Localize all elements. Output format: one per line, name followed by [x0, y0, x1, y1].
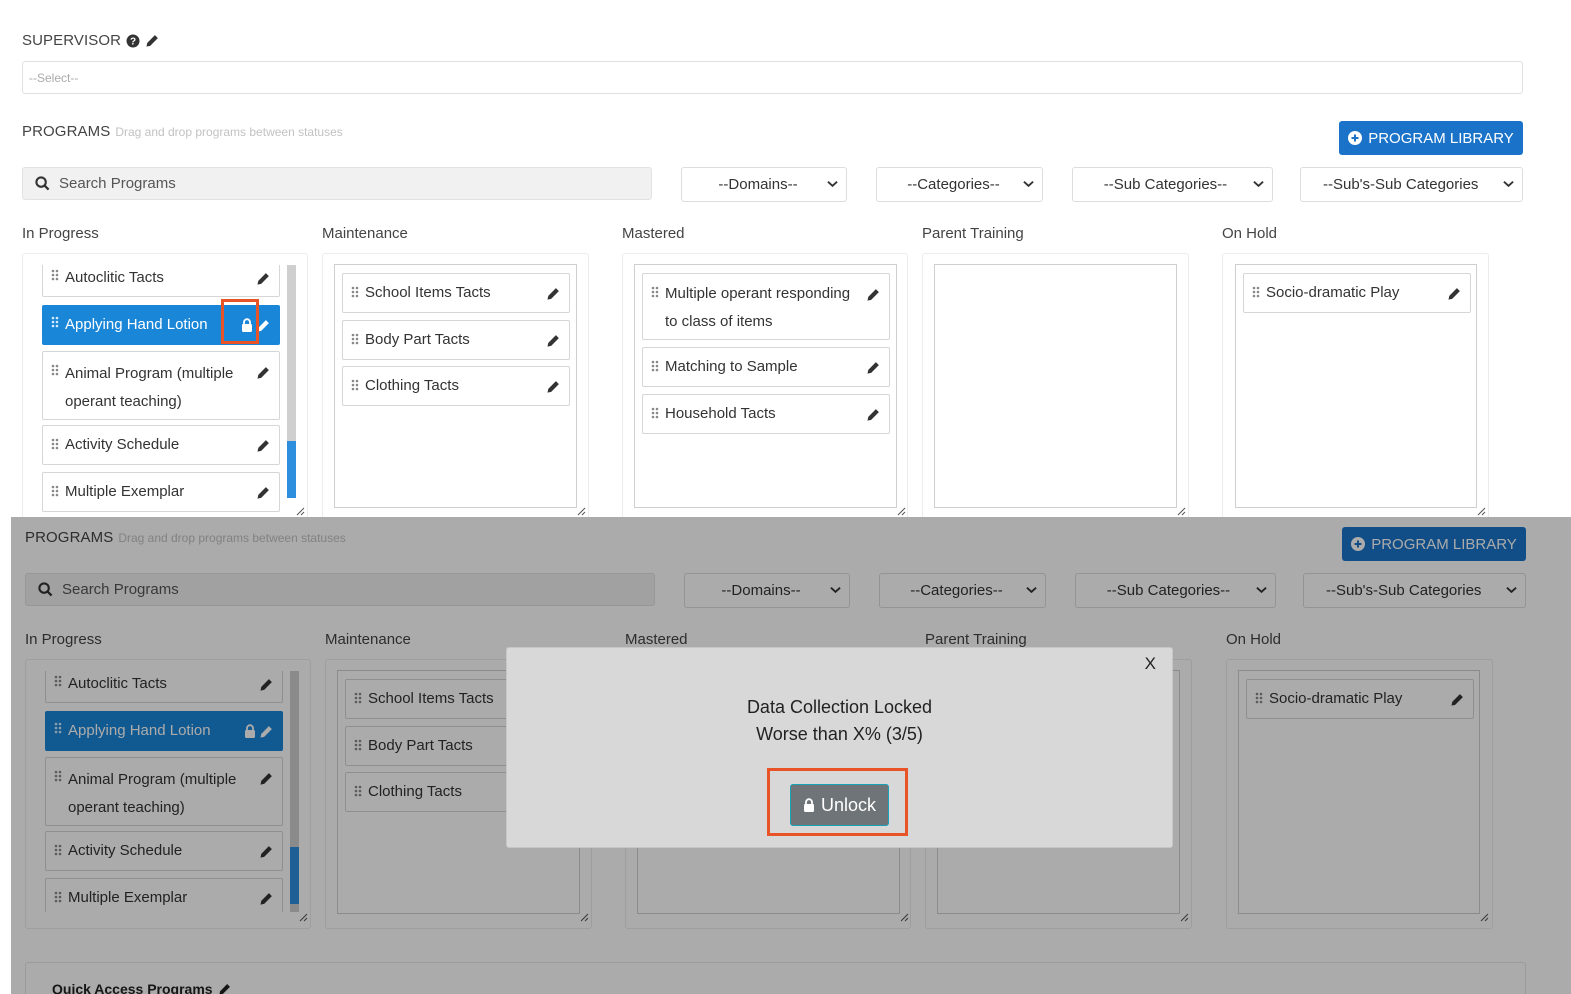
grip-icon	[51, 364, 59, 378]
domains-select[interactable]: --Domains--	[681, 167, 847, 202]
program-card-label: School Items Tacts	[365, 284, 491, 302]
svg-text:?: ?	[130, 36, 136, 47]
programs-hint: Drag and drop programs between statuses	[115, 125, 343, 139]
grip-icon	[651, 286, 659, 300]
pencil-icon[interactable]	[256, 486, 270, 500]
unlock-highlight-box	[767, 768, 908, 836]
supervisor-header: SUPERVISOR ?	[22, 32, 159, 49]
chevron-down-icon	[827, 180, 838, 188]
program-card-label: Activity Schedule	[65, 436, 180, 454]
chevron-down-icon	[1503, 180, 1514, 188]
pencil-icon[interactable]	[145, 34, 159, 48]
pencil-icon[interactable]	[546, 380, 560, 394]
close-icon[interactable]: X	[1145, 654, 1156, 674]
grip-icon	[51, 485, 59, 499]
search-placeholder: Search Programs	[59, 175, 176, 192]
supervisor-select-placeholder: --Select--	[29, 70, 79, 85]
program-card[interactable]: Matching to Sample	[642, 347, 890, 387]
program-card-label: Multiple operant responding to class of …	[665, 285, 851, 330]
search-programs-input[interactable]: Search Programs	[22, 167, 652, 200]
column-title-on-hold: On Hold	[1222, 225, 1278, 242]
column-title-mastered: Mastered	[622, 225, 685, 242]
chevron-down-icon	[1023, 180, 1034, 188]
pencil-icon[interactable]	[866, 408, 880, 422]
program-card-label: Autoclitic Tacts	[65, 269, 164, 287]
sub-categories-select-value: --Sub Categories--	[1103, 176, 1228, 193]
program-card[interactable]: Household Tacts	[642, 394, 890, 434]
program-card-label: Clothing Tacts	[365, 377, 459, 395]
supervisor-label: SUPERVISOR	[22, 32, 122, 49]
pencil-icon[interactable]	[546, 287, 560, 301]
program-library-button[interactable]: PROGRAM LIBRARY	[1339, 121, 1523, 155]
sub-categories-select[interactable]: --Sub Categories--	[1072, 167, 1273, 202]
question-circle-icon[interactable]: ?	[126, 34, 140, 48]
column-title-maintenance: Maintenance	[322, 225, 408, 242]
categories-select[interactable]: --Categories--	[876, 167, 1043, 202]
pencil-icon[interactable]	[546, 334, 560, 348]
search-icon	[35, 176, 50, 191]
chevron-down-icon	[1253, 180, 1264, 188]
pencil-icon[interactable]	[256, 439, 270, 453]
subs-sub-categories-select[interactable]: --Sub's-Sub Categories	[1300, 167, 1523, 202]
pencil-icon[interactable]	[866, 288, 880, 302]
pencil-icon[interactable]	[256, 366, 270, 380]
programs-label: PROGRAMS	[22, 123, 111, 140]
domains-select-value: --Domains--	[718, 176, 798, 193]
grip-icon	[1252, 286, 1260, 300]
plus-circle-icon	[1348, 131, 1363, 145]
grip-icon	[351, 379, 359, 393]
pencil-icon[interactable]	[1447, 287, 1461, 301]
programs-header: PROGRAMS Drag and drop programs between …	[22, 123, 343, 140]
supervisor-select[interactable]: --Select--	[22, 61, 1523, 94]
grip-icon	[51, 316, 59, 330]
grip-icon	[651, 360, 659, 374]
resize-handle-icon[interactable]	[897, 507, 906, 516]
grip-icon	[351, 333, 359, 347]
pencil-icon[interactable]	[866, 361, 880, 375]
subs-sub-categories-select-value: --Sub's-Sub Categories	[1323, 176, 1479, 193]
grip-icon	[51, 269, 59, 283]
program-card[interactable]: Activity Schedule	[42, 425, 280, 465]
program-card[interactable]: Socio-dramatic Play	[1243, 273, 1471, 313]
program-library-label: PROGRAM LIBRARY	[1368, 129, 1514, 147]
modal-title: Data Collection Locked	[746, 697, 933, 717]
program-card-label: Socio-dramatic Play	[1266, 284, 1400, 302]
resize-handle-icon[interactable]	[296, 507, 305, 516]
on-hold-list[interactable]: Socio-dramatic Play	[1235, 264, 1477, 508]
grip-icon	[651, 407, 659, 421]
program-card[interactable]: Multiple operant responding to class of …	[642, 273, 890, 340]
program-card-label: Body Part Tacts	[365, 331, 470, 349]
column-title-in-progress: In Progress	[22, 225, 99, 242]
program-card[interactable]: Clothing Tacts	[342, 366, 570, 406]
maintenance-list[interactable]: School Items Tacts Body Part Tacts Cloth…	[334, 264, 577, 508]
program-card-label: Matching to Sample	[665, 358, 798, 376]
lock-highlight-box	[221, 299, 259, 344]
program-card-label: Multiple Exemplar	[65, 483, 185, 501]
program-card[interactable]: Multiple Exemplar	[42, 472, 280, 512]
mastered-list[interactable]: Multiple operant responding to class of …	[634, 264, 897, 508]
program-card[interactable]: Autoclitic Tacts	[42, 265, 280, 297]
program-card-label: Household Tacts	[665, 405, 776, 423]
scrollbar-thumb[interactable]	[287, 441, 296, 498]
resize-handle-icon[interactable]	[1177, 507, 1186, 516]
categories-select-value: --Categories--	[907, 176, 1000, 193]
modal-subtitle: Worse than X% (3/5)	[756, 724, 923, 744]
program-card-label: Animal Program (multiple operant teachin…	[65, 365, 234, 410]
column-title-parent-training: Parent Training	[922, 225, 1024, 242]
resize-handle-icon[interactable]	[1477, 507, 1486, 516]
program-card[interactable]: Animal Program (multiple operant teachin…	[42, 351, 280, 420]
program-card[interactable]: School Items Tacts	[342, 273, 570, 313]
parent-training-list[interactable]	[934, 264, 1177, 508]
grip-icon	[351, 286, 359, 300]
grip-icon	[51, 438, 59, 452]
program-card[interactable]: Body Part Tacts	[342, 320, 570, 360]
pencil-icon[interactable]	[256, 272, 270, 286]
resize-handle-icon[interactable]	[577, 507, 586, 516]
